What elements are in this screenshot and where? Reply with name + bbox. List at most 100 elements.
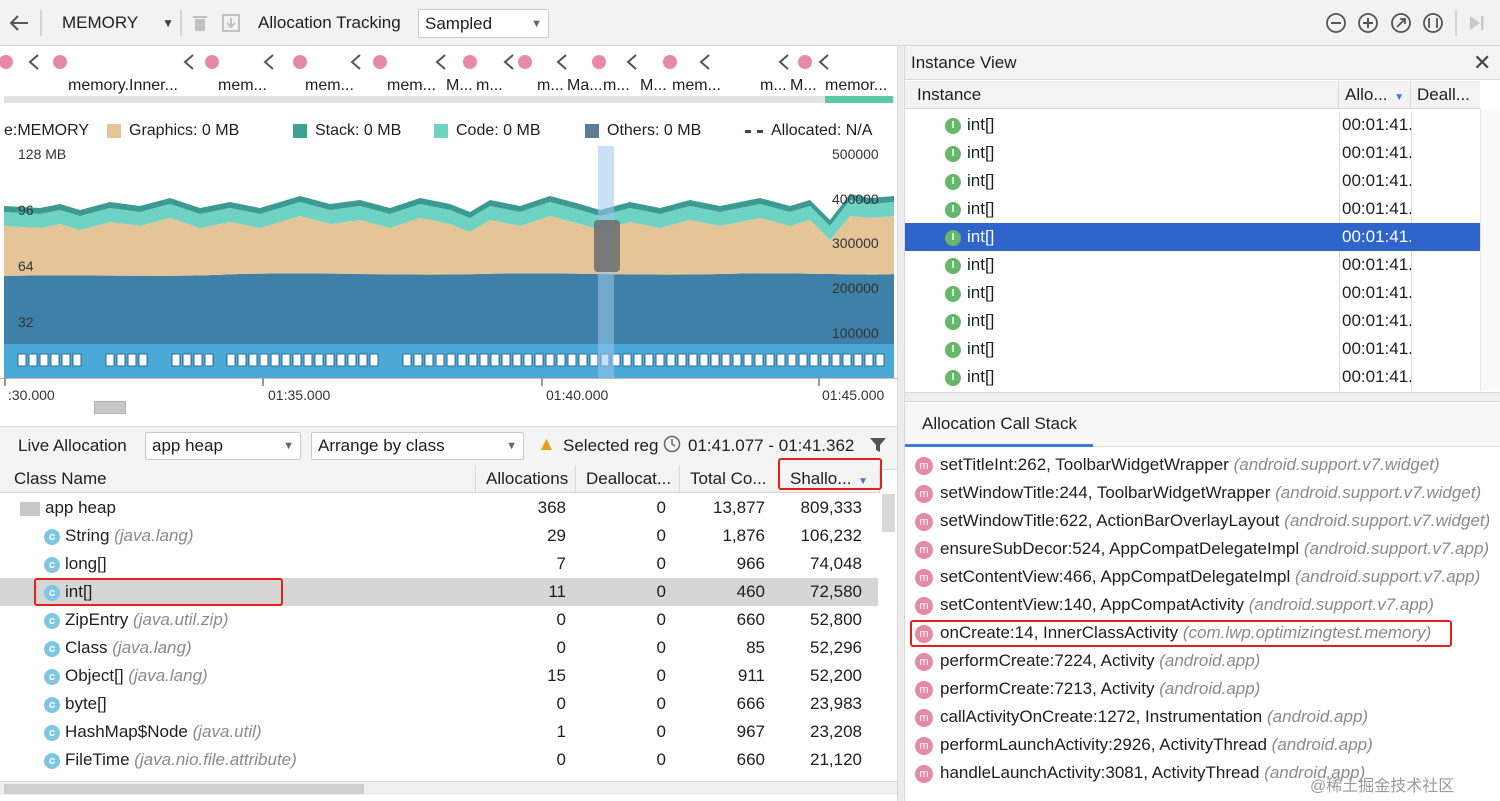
tab-allocation-call-stack[interactable]: Allocation Call Stack	[905, 403, 1093, 447]
method-icon: m	[915, 568, 933, 587]
col-class-name[interactable]: Class Name	[4, 465, 476, 493]
call-stack-tabbar: Allocation Call Stack	[905, 403, 1500, 447]
class-icon: c	[44, 724, 60, 741]
deallocations-cell: 0	[656, 694, 666, 713]
instance-callstack-splitter[interactable]	[905, 392, 1500, 402]
call-stack-frame[interactable]: m performCreate:7213, Activity (android.a…	[915, 675, 1500, 703]
close-icon[interactable]: ✕	[1473, 50, 1491, 76]
class-name-cell: c FileTime (java.nio.file.attribute)	[44, 746, 297, 774]
table-row[interactable]: c FileTime (java.nio.file.attribute) 0 0 …	[0, 746, 878, 774]
event-label[interactable]: memory.Inner...	[68, 77, 178, 95]
instance-row[interactable]: Iint[] 00:01:41.	[905, 251, 1480, 279]
legend-graphics: Graphics: 0 MB	[107, 122, 239, 140]
back-arrow-icon[interactable]	[6, 10, 32, 36]
event-label[interactable]: m...	[603, 77, 630, 95]
event-label[interactable]: m...	[476, 77, 503, 95]
go-live-icon[interactable]	[1463, 10, 1489, 36]
profiler-selector[interactable]: MEMORY ▼	[52, 10, 174, 36]
table-row[interactable]: c long[] 7 0 966 74,048	[0, 550, 878, 578]
event-label[interactable]: M...	[790, 77, 817, 95]
class-name-cell: app heap	[20, 494, 116, 522]
event-label[interactable]: memor...	[825, 77, 887, 95]
table-row-app-heap[interactable]: app heap 368 0 13,877 809,333	[0, 494, 878, 522]
allocation-tracking-select[interactable]: Sampled ▼	[418, 9, 549, 38]
event-label[interactable]: Ma...	[567, 77, 603, 95]
event-label[interactable]: mem...	[218, 77, 267, 95]
instance-row[interactable]: Iint[] 00:01:41.	[905, 335, 1480, 363]
event-label[interactable]: m...	[537, 77, 564, 95]
call-stack-frame[interactable]: m setWindowTitle:244, ToolbarWidgetWrappe…	[915, 479, 1500, 507]
instance-row[interactable]: Iint[] 00:01:41.	[905, 111, 1480, 139]
col-instance[interactable]: Instance	[905, 81, 1339, 109]
frame-package: (android.support.v7.app)	[1295, 567, 1481, 586]
call-stack-frame[interactable]: m performLaunchActivity:2926, ActivityThr…	[915, 731, 1500, 759]
zoom-out-icon[interactable]	[1323, 10, 1349, 36]
panel-splitter[interactable]	[897, 46, 905, 801]
gc-event-icon	[622, 353, 632, 367]
event-label[interactable]: mem...	[672, 77, 721, 95]
table-row[interactable]: c HashMap$Node (java.util) 1 0 967 23,208	[0, 718, 878, 746]
call-stack-frame[interactable]: m setTitleInt:262, ToolbarWidgetWrapper (…	[915, 451, 1500, 479]
event-label[interactable]: M...	[446, 77, 473, 95]
call-stack-frame[interactable]: m performCreate:7224, Activity (android.a…	[915, 647, 1500, 675]
timeline-scroll-thumb[interactable]	[94, 401, 126, 414]
event-label[interactable]: mem...	[305, 77, 354, 95]
call-stack-frame[interactable]: m setWindowTitle:622, ActionBarOverlayLay…	[915, 507, 1500, 535]
heap-select[interactable]: app heap ▼	[145, 432, 301, 460]
table-horizontal-scrollbar[interactable]	[4, 784, 364, 794]
col-allocations[interactable]: Allocations	[476, 465, 576, 493]
table-row[interactable]: c byte[] 0 0 666 23,983	[0, 690, 878, 718]
tab-allocation-call-stack-label: Allocation Call Stack	[922, 414, 1077, 433]
frame-method: ensureSubDecor:524, AppCompatDelegateImp…	[940, 539, 1300, 558]
gc-event-icon	[699, 353, 709, 367]
instance-row[interactable]: Iint[] 00:01:41.	[905, 195, 1480, 223]
filter-icon[interactable]	[869, 436, 887, 459]
total-count-cell: 911	[737, 666, 765, 685]
class-icon: c	[44, 668, 60, 685]
frame-method: setTitleInt:262, ToolbarWidgetWrapper	[940, 455, 1229, 474]
col-alloc-time[interactable]: Allo... ▼	[1339, 81, 1411, 109]
instance-row[interactable]: Iint[] 00:01:41.	[905, 167, 1480, 195]
event-activity-dot	[373, 55, 387, 69]
instance-row[interactable]: Iint[] 00:01:41.	[905, 363, 1480, 391]
gc-event-icon	[446, 353, 456, 367]
instance-row[interactable]: Iint[] 00:01:41.	[905, 139, 1480, 167]
instance-row[interactable]: Iint[] 00:01:41.	[905, 307, 1480, 335]
col-dealloc-time[interactable]: Deall...	[1411, 81, 1480, 109]
table-vertical-scrollbar[interactable]	[882, 494, 895, 532]
instance-name-cell: Iint[]	[945, 335, 994, 363]
table-row[interactable]: c ZipEntry (java.util.zip) 0 0 660 52,800	[0, 606, 878, 634]
event-label[interactable]: M...	[640, 77, 667, 95]
gc-event-icon	[743, 353, 753, 367]
instance-row[interactable]: Iint[] 00:01:41.	[905, 223, 1480, 251]
instance-icon: I	[945, 145, 961, 162]
gc-event-icon	[50, 353, 60, 367]
gc-event-icon	[468, 353, 478, 367]
trash-icon[interactable]	[187, 10, 213, 36]
reset-zoom-icon[interactable]	[1388, 10, 1414, 36]
call-stack-frame[interactable]: m setContentView:140, AppCompatActivity (…	[915, 591, 1500, 619]
gc-event-icon	[556, 353, 566, 367]
event-track[interactable]: memory.Inner... mem... mem... mem... M... m..…	[0, 46, 897, 106]
instance-row[interactable]: Iint[] 00:01:41.	[905, 279, 1480, 307]
table-row[interactable]: c String (java.lang) 29 0 1,876 106,232	[0, 522, 878, 550]
zoom-to-selection-icon[interactable]	[1420, 10, 1446, 36]
col-total-count[interactable]: Total Co...	[680, 465, 780, 493]
table-row[interactable]: c Class (java.lang) 0 0 85 52,296	[0, 634, 878, 662]
class-package: (java.util)	[192, 722, 262, 741]
memory-chart[interactable]: 128 MB 96 64 32 500000 400000 300000 200…	[0, 146, 897, 378]
arrange-select[interactable]: Arrange by class ▼	[311, 432, 524, 460]
zoom-in-icon[interactable]	[1355, 10, 1381, 36]
class-package: (java.lang)	[112, 638, 192, 657]
event-back-marker	[503, 54, 514, 70]
y-axis-right-label: 300000	[832, 235, 879, 251]
table-row[interactable]: c Object[] (java.lang) 15 0 911 52,200	[0, 662, 878, 690]
event-label[interactable]: mem...	[387, 77, 436, 95]
event-label[interactable]: m...	[760, 77, 787, 95]
col-deallocations[interactable]: Deallocat...	[576, 465, 680, 493]
call-stack-frame[interactable]: m setContentView:466, AppCompatDelegateIm…	[915, 563, 1500, 591]
call-stack-frame[interactable]: m ensureSubDecor:524, AppCompatDelegateIm…	[915, 535, 1500, 563]
call-stack-frame[interactable]: m callActivityOnCreate:1272, Instrumentat…	[915, 703, 1500, 731]
heap-dump-icon[interactable]	[218, 10, 244, 36]
event-back-marker	[556, 54, 567, 70]
